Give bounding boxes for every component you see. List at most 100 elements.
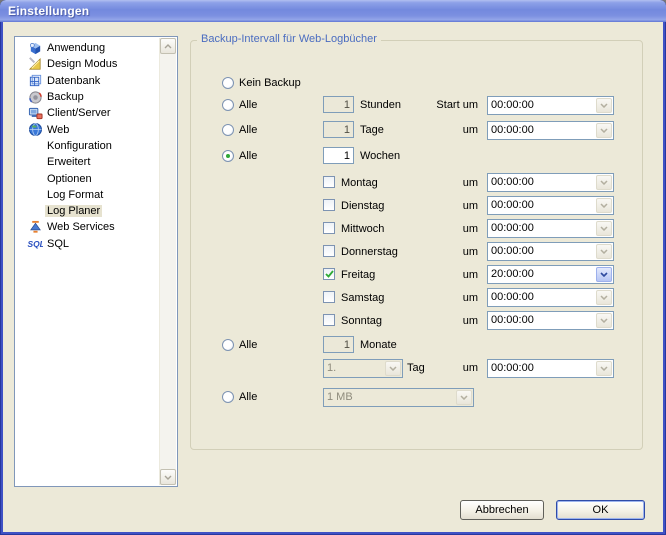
sidebar-item-label-selected: Log Planer xyxy=(45,205,102,217)
stunden-time-combo[interactable]: 00:00:00 xyxy=(487,96,614,115)
alle-monate-label: Alle xyxy=(239,339,257,352)
monate-unit-label: Monate xyxy=(360,339,397,352)
samstag-time-combo[interactable]: 00:00:00 xyxy=(487,288,614,307)
tage-unit-label: Tage xyxy=(360,124,384,137)
tage-um-label: um xyxy=(393,124,478,137)
tage-value-input[interactable] xyxy=(323,121,354,138)
wochen-value-input[interactable] xyxy=(323,147,354,164)
svg-text:SQL: SQL xyxy=(28,239,44,249)
dienstag-um-label: um xyxy=(393,200,478,213)
sidebar-item-label: Erweitert xyxy=(45,156,92,168)
dropdown-arrow-icon[interactable] xyxy=(596,313,612,328)
radio-kein-backup[interactable] xyxy=(222,77,234,89)
ok-button[interactable]: OK xyxy=(556,500,645,520)
samstag-time-value: 00:00:00 xyxy=(488,289,595,306)
radio-alle-groesse[interactable] xyxy=(222,391,234,403)
checkbox-donnerstag[interactable] xyxy=(323,245,335,257)
dropdown-arrow-icon[interactable] xyxy=(596,361,612,376)
checkbox-dienstag[interactable] xyxy=(323,199,335,211)
dropdown-arrow-icon[interactable] xyxy=(456,390,472,405)
sidebar-item-erweitert[interactable]: Erweitert xyxy=(16,154,158,170)
monate-value-input[interactable] xyxy=(323,336,354,353)
dropdown-arrow-icon[interactable] xyxy=(385,361,401,376)
dropdown-arrow-icon[interactable] xyxy=(596,244,612,259)
stunden-value-input[interactable] xyxy=(323,96,354,113)
dropdown-arrow-icon[interactable] xyxy=(596,123,612,138)
sidebar-item-log-planer[interactable]: Log Planer xyxy=(16,203,158,219)
monat-tag-value: 1. xyxy=(324,360,384,377)
sonntag-label: Sonntag xyxy=(341,315,382,328)
alle-wochen-label: Alle xyxy=(239,150,257,163)
donnerstag-label: Donnerstag xyxy=(341,246,398,259)
design-mode-icon xyxy=(27,56,43,72)
web-services-icon xyxy=(27,219,43,235)
mittwoch-time-combo[interactable]: 00:00:00 xyxy=(487,219,614,238)
sidebar-item-web-services[interactable]: Web Services xyxy=(16,219,158,235)
start-um-label: Start um xyxy=(393,99,478,112)
dropdown-arrow-icon[interactable] xyxy=(596,175,612,190)
dienstag-time-combo[interactable]: 00:00:00 xyxy=(487,196,614,215)
monat-tag-combo[interactable]: 1. xyxy=(323,359,403,378)
check-icon xyxy=(324,269,335,280)
sidebar-item-web[interactable]: Web xyxy=(16,121,158,137)
list-scrollbar[interactable] xyxy=(159,38,176,485)
sidebar-item-konfiguration[interactable]: Konfiguration xyxy=(16,138,158,154)
backup-icon xyxy=(27,89,43,105)
radio-alle-wochen[interactable] xyxy=(222,150,234,162)
sidebar-item-label: SQL xyxy=(45,238,71,250)
wochen-unit-label: Wochen xyxy=(360,150,400,163)
database-icon xyxy=(27,73,43,89)
scroll-up-button[interactable] xyxy=(160,38,176,54)
dropdown-arrow-icon[interactable] xyxy=(596,198,612,213)
radio-alle-tage[interactable] xyxy=(222,124,234,136)
sidebar-item-log-format[interactable]: Log Format xyxy=(16,187,158,203)
application-icon xyxy=(27,40,43,56)
checkbox-freitag[interactable] xyxy=(323,268,335,280)
checkbox-mittwoch[interactable] xyxy=(323,222,335,234)
checkbox-samstag[interactable] xyxy=(323,291,335,303)
freitag-time-combo[interactable]: 20:00:00 xyxy=(487,265,614,284)
window-title: Einstellungen xyxy=(8,4,89,18)
sidebar-item-label: Backup xyxy=(45,91,86,103)
donnerstag-time-combo[interactable]: 00:00:00 xyxy=(487,242,614,261)
sidebar-item-label: Design Modus xyxy=(45,58,119,70)
samstag-label: Samstag xyxy=(341,292,384,305)
sidebar-item-label: Anwendung xyxy=(45,42,107,54)
alle-tage-label: Alle xyxy=(239,124,257,137)
sidebar-item-label: Log Format xyxy=(45,189,105,201)
dropdown-arrow-icon[interactable] xyxy=(596,267,612,282)
checkbox-sonntag[interactable] xyxy=(323,314,335,326)
sidebar-item-optionen[interactable]: Optionen xyxy=(16,170,158,186)
checkbox-montag[interactable] xyxy=(323,176,335,188)
sidebar-item-label: Konfiguration xyxy=(45,140,114,152)
alle-stunden-label: Alle xyxy=(239,99,257,112)
scroll-down-button[interactable] xyxy=(160,469,176,485)
sidebar-item-anwendung[interactable]: Anwendung xyxy=(16,40,158,56)
donnerstag-time-value: 00:00:00 xyxy=(488,243,595,260)
dropdown-arrow-icon[interactable] xyxy=(596,98,612,113)
sidebar-item-label: Web Services xyxy=(45,221,117,233)
sidebar-item-sql[interactable]: SQL SQL xyxy=(16,236,158,252)
titlebar[interactable]: Einstellungen xyxy=(0,0,666,22)
montag-um-label: um xyxy=(393,177,478,190)
groesse-combo[interactable]: 1 MB xyxy=(323,388,474,407)
radio-alle-stunden[interactable] xyxy=(222,99,234,111)
settings-category-list: Anwendung Design Modus Datenbank Backup xyxy=(14,36,178,487)
dropdown-arrow-icon[interactable] xyxy=(596,221,612,236)
radio-alle-monate[interactable] xyxy=(222,339,234,351)
monat-time-combo[interactable]: 00:00:00 xyxy=(487,359,614,378)
tage-time-combo[interactable]: 00:00:00 xyxy=(487,121,614,140)
dienstag-time-value: 00:00:00 xyxy=(488,197,595,214)
dropdown-arrow-icon[interactable] xyxy=(596,290,612,305)
sonntag-time-combo[interactable]: 00:00:00 xyxy=(487,311,614,330)
sidebar-item-backup[interactable]: Backup xyxy=(16,89,158,105)
donnerstag-um-label: um xyxy=(393,246,478,259)
montag-time-combo[interactable]: 00:00:00 xyxy=(487,173,614,192)
cancel-button[interactable]: Abbrechen xyxy=(460,500,544,520)
samstag-um-label: um xyxy=(393,292,478,305)
kein-backup-label: Kein Backup xyxy=(239,77,301,90)
dialog-body: Anwendung Design Modus Datenbank Backup xyxy=(3,22,663,532)
sidebar-item-datenbank[interactable]: Datenbank xyxy=(16,73,158,89)
sidebar-item-design-modus[interactable]: Design Modus xyxy=(16,56,158,72)
sidebar-item-client-server[interactable]: Client/Server xyxy=(16,105,158,121)
